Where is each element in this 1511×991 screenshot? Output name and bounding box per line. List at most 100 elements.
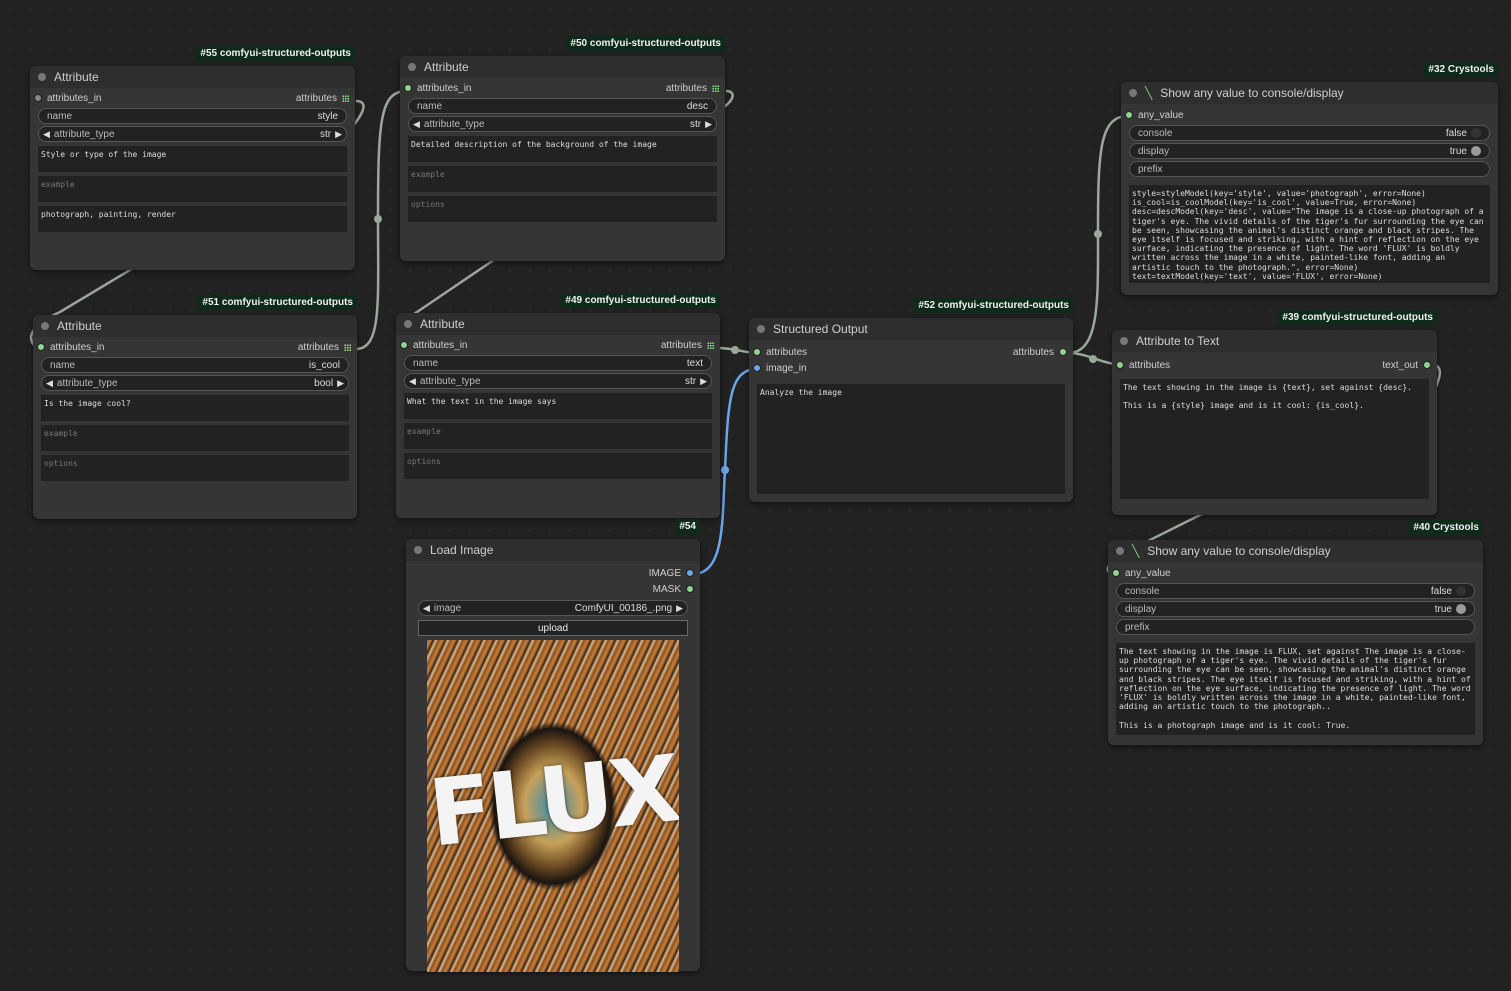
arrow-left-icon[interactable]: ◀	[43, 129, 50, 140]
arrow-right-icon[interactable]: ▶	[337, 378, 344, 389]
collapse-dot-icon[interactable]	[38, 73, 46, 81]
input-slot-icon[interactable]	[37, 343, 45, 351]
list-output-icon[interactable]	[344, 343, 351, 351]
options-textarea[interactable]: photograph, painting, render	[38, 206, 347, 232]
attribute-node-55[interactable]: #55 comfyui-structured-outputs Attribute…	[30, 46, 355, 270]
node-title-bar[interactable]: Attribute	[396, 313, 720, 335]
name-value: is_cool	[308, 359, 340, 371]
console-toggle[interactable]: console false	[1116, 583, 1475, 599]
output-slot-icon[interactable]	[1423, 361, 1431, 369]
image-input-slot-icon[interactable]	[753, 364, 761, 372]
name-field[interactable]: name text	[404, 355, 712, 371]
image-select[interactable]: ◀ image ComfyUI_00186_.png ▶	[418, 600, 688, 616]
node-title-bar[interactable]: ╲ Show any value to console/display	[1121, 82, 1498, 104]
attribute-node-50[interactable]: #50 comfyui-structured-outputs Attribute…	[400, 36, 725, 261]
input-slot-icon[interactable]	[34, 94, 42, 102]
attribute-type-select[interactable]: ◀ attribute_type bool ▶	[41, 375, 349, 391]
output-label: attributes	[660, 339, 702, 351]
node-title-bar[interactable]: Load Image	[406, 539, 700, 561]
image-filename: ComfyUI_00186_.png	[574, 602, 673, 614]
node-title-bar[interactable]: ╲ Show any value to console/display	[1108, 540, 1483, 562]
node-title: Attribute to Text	[1136, 334, 1220, 348]
name-field[interactable]: name is_cool	[41, 357, 349, 373]
collapse-dot-icon[interactable]	[41, 322, 49, 330]
collapse-dot-icon[interactable]	[1129, 89, 1137, 97]
arrow-left-icon[interactable]: ◀	[409, 376, 416, 387]
node-badge: #54	[675, 519, 700, 534]
node-badge: #49 comfyui-structured-outputs	[561, 293, 720, 308]
description-textarea[interactable]: Detailed description of the background o…	[408, 136, 717, 162]
collapse-dot-icon[interactable]	[1120, 337, 1128, 345]
input-slot-icon[interactable]	[1125, 111, 1133, 119]
node-title-bar[interactable]: Structured Output	[749, 318, 1073, 340]
list-output-icon[interactable]	[342, 94, 349, 102]
attribute-type-select[interactable]: ◀ attribute_type str ▶	[404, 373, 712, 389]
attribute-to-text-node-39[interactable]: #39 comfyui-structured-outputs Attribute…	[1112, 310, 1437, 515]
prompt-textarea[interactable]: Analyze the image	[757, 384, 1065, 494]
name-field[interactable]: name style	[38, 108, 347, 124]
attribute-type-select[interactable]: ◀ attribute_type str ▶	[38, 126, 347, 142]
arrow-right-icon[interactable]: ▶	[335, 129, 342, 140]
input-slot-icon[interactable]	[404, 84, 412, 92]
type-value: str	[319, 128, 332, 140]
input-slot-icon[interactable]	[1116, 361, 1124, 369]
node-title: Structured Output	[773, 322, 868, 336]
prefix-field[interactable]: prefix	[1129, 161, 1490, 177]
collapse-dot-icon[interactable]	[408, 63, 416, 71]
show-value-node-40[interactable]: #40 Crystools ╲ Show any value to consol…	[1108, 520, 1483, 745]
output-slot-icon[interactable]	[1059, 348, 1067, 356]
input-slot-icon[interactable]	[753, 348, 761, 356]
attribute-node-51[interactable]: #51 comfyui-structured-outputs Attribute…	[33, 295, 357, 519]
example-textarea[interactable]: example	[408, 166, 717, 192]
options-textarea[interactable]: options	[41, 455, 349, 481]
example-textarea[interactable]: example	[38, 176, 347, 202]
node-title-bar[interactable]: Attribute to Text	[1112, 330, 1437, 352]
input-slot-icon[interactable]	[1112, 569, 1120, 577]
name-field[interactable]: name desc	[408, 98, 717, 114]
description-textarea[interactable]: Style or type of the image	[38, 146, 347, 172]
arrow-right-icon[interactable]: ▶	[700, 376, 707, 387]
input-slot-icon[interactable]	[400, 341, 408, 349]
options-textarea[interactable]: options	[404, 453, 712, 479]
show-value-node-32[interactable]: #32 Crystools ╲ Show any value to consol…	[1121, 62, 1498, 295]
collapse-dot-icon[interactable]	[414, 546, 422, 554]
arrow-left-icon[interactable]: ◀	[413, 119, 420, 130]
type-value: str	[684, 375, 697, 387]
collapse-dot-icon[interactable]	[757, 325, 765, 333]
list-output-icon[interactable]	[712, 84, 719, 92]
arrow-right-icon[interactable]: ▶	[676, 603, 683, 614]
collapse-dot-icon[interactable]	[404, 320, 412, 328]
mask-output-slot-icon[interactable]	[686, 585, 694, 593]
node-title: Attribute	[54, 70, 99, 84]
list-output-icon[interactable]	[707, 341, 714, 349]
prefix-field[interactable]: prefix	[1116, 619, 1475, 635]
structured-output-node-52[interactable]: #52 comfyui-structured-outputs Structure…	[749, 298, 1073, 502]
example-textarea[interactable]: example	[404, 423, 712, 449]
arrow-right-icon[interactable]: ▶	[705, 119, 712, 130]
upload-button[interactable]: upload	[418, 620, 688, 636]
display-toggle[interactable]: display true	[1129, 143, 1490, 159]
attribute-node-49[interactable]: #49 comfyui-structured-outputs Attribute…	[396, 293, 720, 518]
template-textarea[interactable]: The text showing in the image is {text},…	[1120, 379, 1429, 499]
node-title-bar[interactable]: Attribute	[400, 56, 725, 78]
console-toggle[interactable]: console false	[1129, 125, 1490, 141]
display-toggle[interactable]: display true	[1116, 601, 1475, 617]
input-label: attributes_in	[50, 341, 105, 353]
input-label: attributes	[1129, 359, 1171, 371]
node-title-bar[interactable]: Attribute	[30, 66, 355, 88]
description-textarea[interactable]: What the text in the image says	[404, 393, 712, 419]
type-value: str	[689, 118, 702, 130]
toggle-on-icon	[1456, 604, 1466, 614]
node-title: Attribute	[57, 319, 102, 333]
node-title-bar[interactable]: Attribute	[33, 315, 357, 337]
crystools-icon: ╲	[1145, 86, 1153, 100]
attribute-type-select[interactable]: ◀ attribute_type str ▶	[408, 116, 717, 132]
arrow-left-icon[interactable]: ◀	[423, 603, 430, 614]
example-textarea[interactable]: example	[41, 425, 349, 451]
collapse-dot-icon[interactable]	[1116, 547, 1124, 555]
load-image-node-54[interactable]: #54 Load Image IMAGE MASK ◀ image ComfyUI_…	[406, 519, 700, 972]
arrow-left-icon[interactable]: ◀	[46, 378, 53, 389]
options-textarea[interactable]: options	[408, 196, 717, 222]
image-output-slot-icon[interactable]	[686, 569, 694, 577]
description-textarea[interactable]: Is the image cool?	[41, 395, 349, 421]
